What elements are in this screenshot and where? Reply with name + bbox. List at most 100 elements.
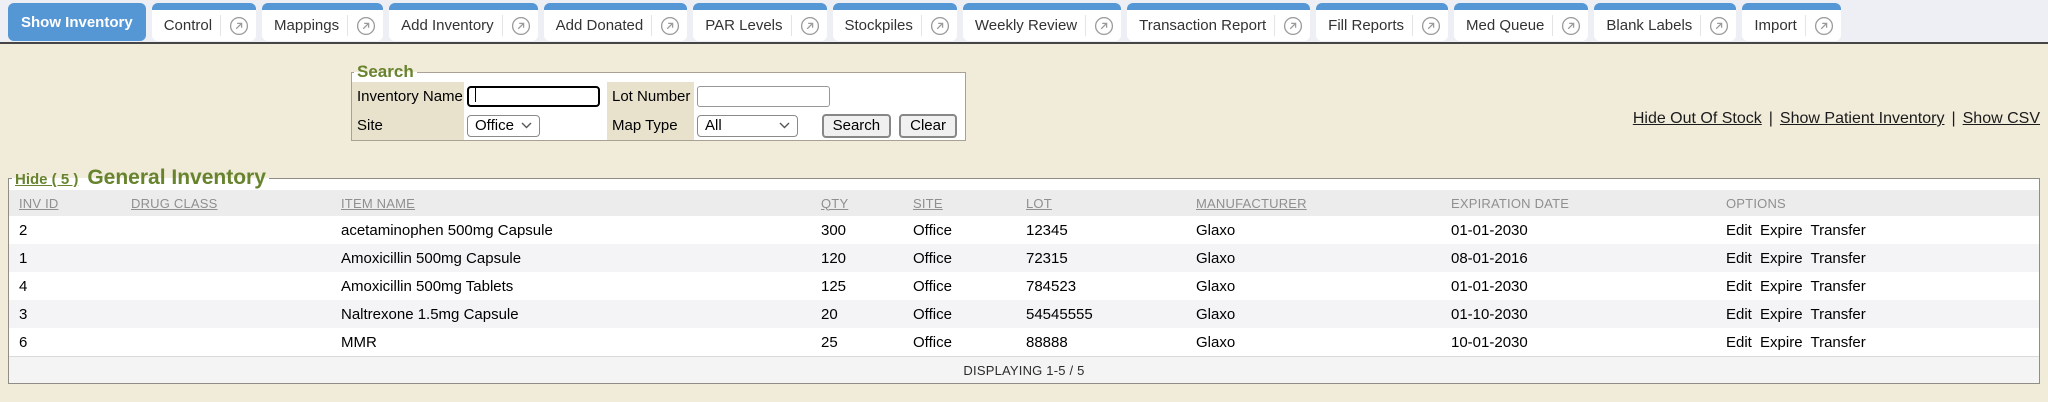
tab-top-strip [1454, 3, 1588, 10]
popout-icon[interactable] [356, 16, 376, 36]
edit-link[interactable]: Edit [1726, 306, 1752, 323]
lot-number-label: Lot Number [607, 82, 694, 111]
cell-inv-id: 3 [9, 306, 121, 323]
tab-fill-reports[interactable]: Fill Reports [1316, 3, 1448, 41]
cell-expiration-date: 01-01-2030 [1441, 222, 1716, 239]
search-button[interactable]: Search [822, 114, 892, 138]
tab-mappings[interactable]: Mappings [262, 3, 383, 41]
transfer-link[interactable]: Transfer [1810, 278, 1865, 295]
tab-bar: Show Inventory Control Mappings Add Inve… [0, 0, 2048, 44]
popout-icon[interactable] [511, 16, 531, 36]
tab-weekly-review[interactable]: Weekly Review [963, 3, 1121, 41]
expire-link[interactable]: Expire [1760, 222, 1803, 239]
transfer-link[interactable]: Transfer [1810, 306, 1865, 323]
tab-label: Control [164, 17, 212, 34]
transfer-link[interactable]: Transfer [1810, 222, 1865, 239]
hide-out-of-stock-link[interactable]: Hide Out Of Stock [1633, 110, 1762, 128]
search-panel: Search Inventory Name Lot Number Site Of… [351, 62, 966, 141]
show-patient-inventory-link[interactable]: Show Patient Inventory [1780, 110, 1945, 128]
tab-divider [791, 15, 792, 36]
page-title: General Inventory [87, 166, 266, 190]
map-type-select[interactable]: All [697, 115, 798, 137]
cell-site: Office [903, 222, 1016, 239]
col-site[interactable]: SITE [903, 196, 1016, 211]
cell-item-name: MMR [331, 334, 811, 351]
popout-icon[interactable] [1814, 16, 1834, 36]
popout-icon[interactable] [1709, 16, 1729, 36]
cell-options: Edit Expire Transfer [1716, 250, 2039, 267]
col-inv-id[interactable]: INV ID [9, 196, 121, 211]
search-legend: Search [354, 62, 417, 82]
map-type-select-value: All [705, 117, 722, 134]
tab-divider [1700, 15, 1701, 36]
expire-link[interactable]: Expire [1760, 306, 1803, 323]
popout-icon[interactable] [800, 16, 820, 36]
col-item-name[interactable]: ITEM NAME [331, 196, 811, 211]
popout-icon[interactable] [1561, 16, 1581, 36]
col-drug-class[interactable]: DRUG CLASS [121, 196, 331, 211]
cell-inv-id: 2 [9, 222, 121, 239]
edit-link[interactable]: Edit [1726, 250, 1752, 267]
lot-number-input[interactable] [697, 86, 830, 107]
tab-divider [1805, 15, 1806, 36]
tab-top-strip [1127, 3, 1310, 10]
popout-icon[interactable] [1283, 16, 1303, 36]
tab-show-inventory[interactable]: Show Inventory [8, 3, 146, 41]
cell-options: Edit Expire Transfer [1716, 334, 2039, 351]
displaying-count: DISPLAYING 1-5 / 5 [963, 363, 1084, 378]
popout-icon[interactable] [1421, 16, 1441, 36]
popout-icon[interactable] [660, 16, 680, 36]
cell-inv-id: 1 [9, 250, 121, 267]
col-manufacturer[interactable]: MANUFACTURER [1186, 196, 1441, 211]
tab-par-levels[interactable]: PAR Levels [693, 3, 826, 41]
tab-top-strip [1594, 3, 1736, 10]
cell-qty: 25 [811, 334, 903, 351]
tab-label: PAR Levels [705, 17, 782, 34]
tab-add-donated[interactable]: Add Donated [544, 3, 688, 41]
tab-transaction-report[interactable]: Transaction Report [1127, 3, 1310, 41]
expire-link[interactable]: Expire [1760, 278, 1803, 295]
tab-top-strip [693, 3, 826, 10]
cell-site: Office [903, 306, 1016, 323]
hide-count-link[interactable]: Hide ( 5 ) [15, 171, 78, 188]
site-select-value: Office [475, 117, 514, 134]
transfer-link[interactable]: Transfer [1810, 250, 1865, 267]
cell-site: Office [903, 334, 1016, 351]
map-type-label: Map Type [607, 111, 694, 140]
table-row: 3 Naltrexone 1.5mg Capsule 20 Office 545… [9, 300, 2039, 328]
edit-link[interactable]: Edit [1726, 222, 1752, 239]
inventory-view-links: Hide Out Of Stock | Show Patient Invento… [1633, 110, 2040, 128]
table-row: 2 acetaminophen 500mg Capsule 300 Office… [9, 216, 2039, 244]
tab-med-queue[interactable]: Med Queue [1454, 3, 1588, 41]
tab-add-inventory[interactable]: Add Inventory [389, 3, 538, 41]
tab-control[interactable]: Control [152, 3, 256, 41]
popout-icon[interactable] [1094, 16, 1114, 36]
table-row: 4 Amoxicillin 500mg Tablets 125 Office 7… [9, 272, 2039, 300]
cell-options: Edit Expire Transfer [1716, 278, 2039, 295]
transfer-link[interactable]: Transfer [1810, 334, 1865, 351]
tab-top-strip [1316, 3, 1448, 10]
edit-link[interactable]: Edit [1726, 278, 1752, 295]
tab-top-strip [833, 3, 957, 10]
tab-divider [1274, 15, 1275, 36]
clear-button[interactable]: Clear [899, 114, 957, 138]
tab-blank-labels[interactable]: Blank Labels [1594, 3, 1736, 41]
expire-link[interactable]: Expire [1760, 334, 1803, 351]
popout-icon[interactable] [229, 16, 249, 36]
tab-stockpiles[interactable]: Stockpiles [833, 3, 957, 41]
show-csv-link[interactable]: Show CSV [1963, 110, 2040, 128]
site-select[interactable]: Office [467, 115, 540, 137]
tab-label: Fill Reports [1328, 17, 1404, 34]
edit-link[interactable]: Edit [1726, 334, 1752, 351]
cell-options: Edit Expire Transfer [1716, 222, 2039, 239]
tab-divider [502, 15, 503, 36]
cell-manufacturer: Glaxo [1186, 278, 1441, 295]
tab-import[interactable]: Import [1742, 3, 1841, 41]
col-qty[interactable]: QTY [811, 196, 903, 211]
col-lot[interactable]: LOT [1016, 196, 1186, 211]
expire-link[interactable]: Expire [1760, 250, 1803, 267]
cell-manufacturer: Glaxo [1186, 250, 1441, 267]
tab-divider [220, 15, 221, 36]
popout-icon[interactable] [930, 16, 950, 36]
inventory-name-input[interactable] [467, 86, 600, 107]
